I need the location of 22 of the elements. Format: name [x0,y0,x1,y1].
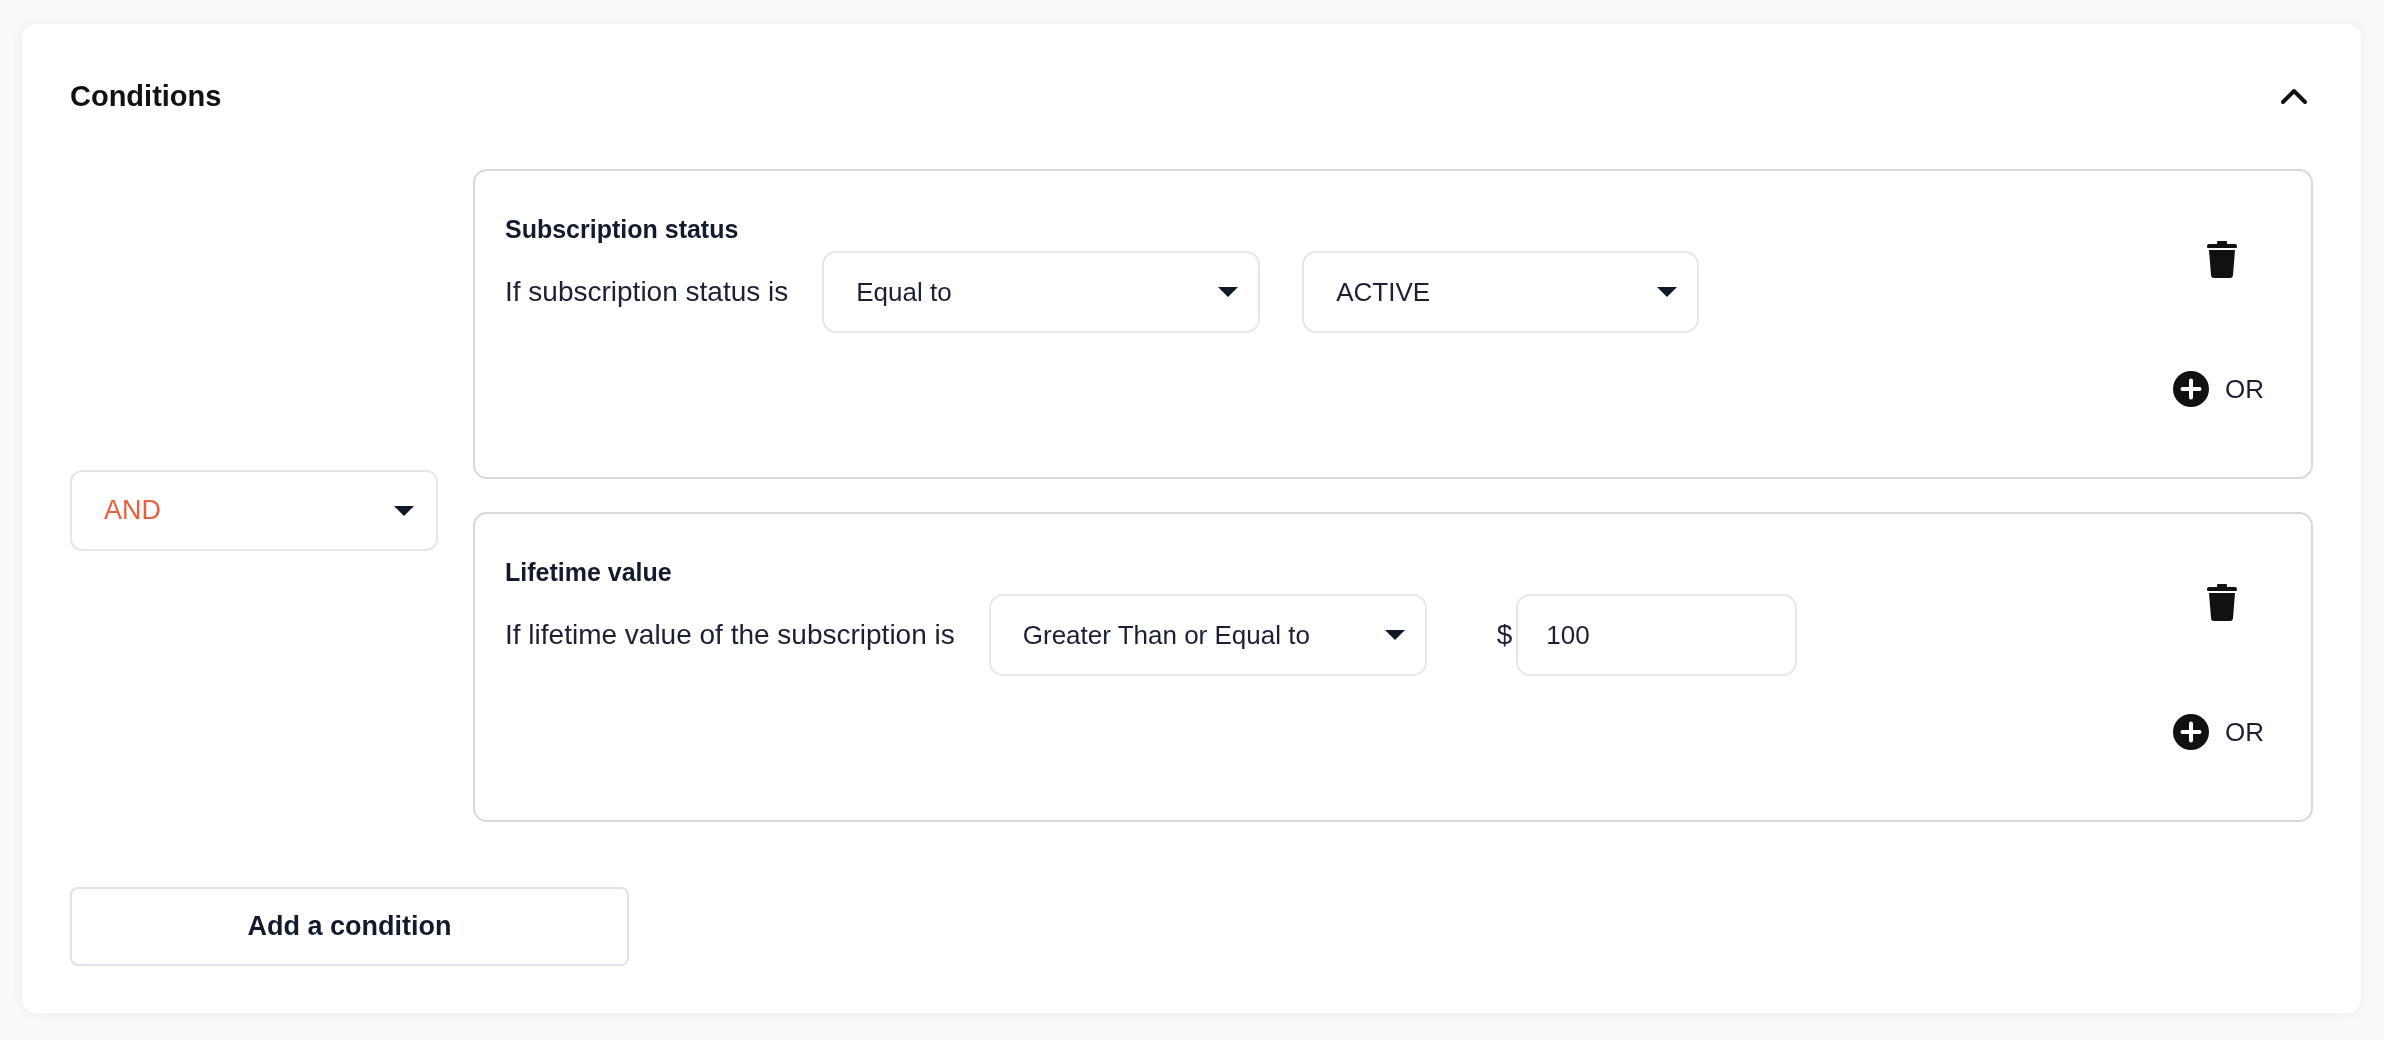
trash-icon[interactable] [2206,241,2238,278]
caret-down-icon [1218,287,1239,297]
caret-down-icon [1384,630,1405,640]
add-or-button[interactable]: OR [2173,371,2264,407]
currency-symbol: $ [1496,619,1513,651]
trash-icon[interactable] [2206,584,2238,621]
add-condition-button[interactable]: Add a condition [70,887,629,966]
dropdown[interactable]: Equal to [822,251,1261,333]
dropdown[interactable]: ACTIVE [1302,251,1700,333]
plus-circle-icon [2173,371,2209,407]
caret-down-icon [1657,287,1678,297]
amount-input[interactable]: 100 [1516,594,1798,676]
condition-title: Lifetime value [505,557,673,588]
add-or-button[interactable]: OR [2173,714,2264,750]
plus-circle-icon [2173,714,2209,750]
caret-down-icon [394,505,414,516]
dropdown[interactable]: Greater Than or Equal to [988,594,1427,676]
chevron-up-icon[interactable] [2281,88,2307,104]
condition-label: If lifetime value of the subscription is [505,619,955,651]
panel-title: Conditions [70,79,222,113]
condition-label: If subscription status is [505,276,789,308]
condition-title: Subscription status [505,214,740,245]
